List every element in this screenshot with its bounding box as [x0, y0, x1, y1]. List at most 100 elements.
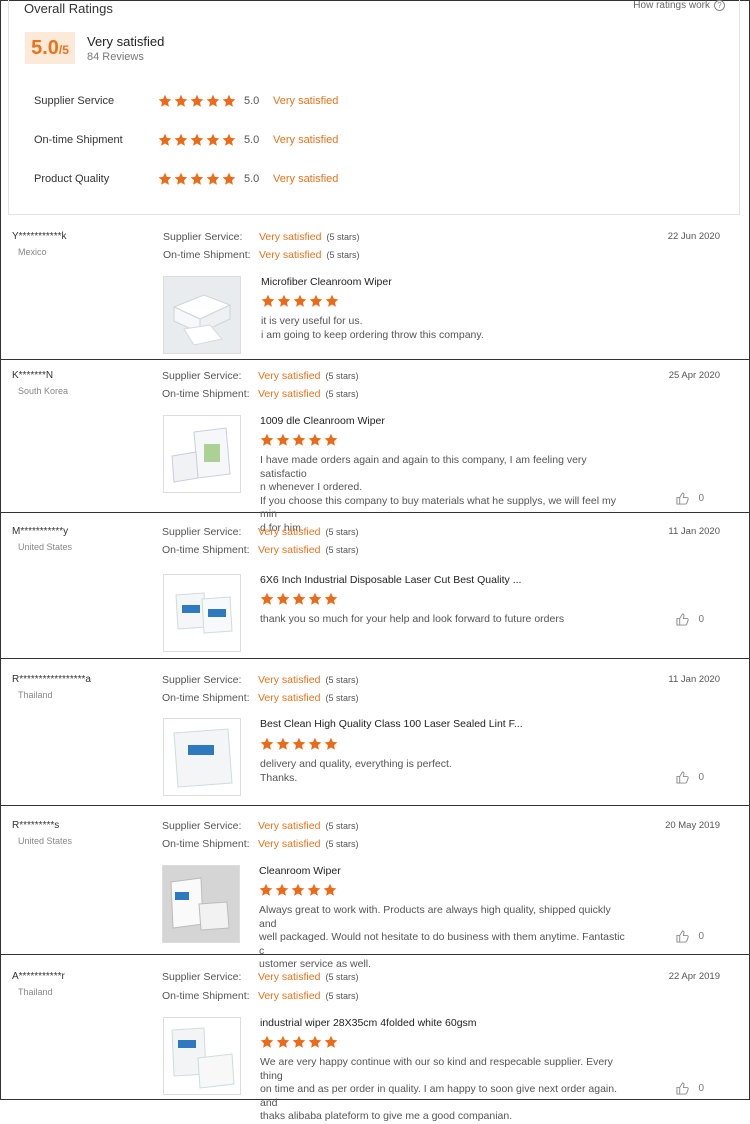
star-icon	[308, 592, 322, 605]
product-thumbnail[interactable]	[163, 1017, 241, 1095]
star-rating	[158, 172, 236, 186]
how-ratings-work-link[interactable]: How ratings work ?	[633, 0, 725, 11]
review-text-line: We are very happy continue with our so k…	[260, 1056, 613, 1082]
star-icon	[222, 172, 236, 185]
overall-score-badge: 5.0 /5	[25, 32, 75, 64]
thumbs-up-icon[interactable]	[676, 613, 690, 626]
supplier-service-rating: Supplier Service: Very satisfied (5 stars)	[163, 231, 359, 243]
star-icon	[276, 592, 290, 605]
product-thumbnail[interactable]	[163, 574, 241, 652]
supplier-service-rating: Supplier Service: Very satisfied (5 stars)	[162, 820, 358, 832]
product-name[interactable]: Cleanroom Wiper	[259, 865, 341, 877]
star-icon	[260, 1035, 274, 1048]
supplier-service-stars: (5 stars)	[325, 821, 359, 831]
review-text: We are very happy continue with our so k…	[260, 1056, 632, 1124]
like-button[interactable]: 0	[676, 613, 704, 626]
thumbs-up-icon[interactable]	[676, 771, 690, 784]
like-button[interactable]: 0	[676, 771, 704, 784]
review-item: R*****************a Thailand Supplier Se…	[0, 659, 750, 806]
reviewer-country: Mexico	[18, 247, 47, 257]
on-time-shipment-label: On-time Shipment:	[162, 544, 250, 556]
overall-ratings-panel: Overall Ratings How ratings work ? 5.0 /…	[8, 0, 740, 215]
star-icon	[307, 883, 321, 896]
supplier-service-label: Supplier Service:	[163, 231, 243, 243]
help-icon[interactable]: ?	[714, 0, 725, 11]
supplier-service-stars: (5 stars)	[325, 675, 359, 685]
product-thumbnail[interactable]	[162, 865, 240, 943]
supplier-service-label: Supplier Service:	[162, 526, 242, 538]
product-name[interactable]: Best Clean High Quality Class 100 Laser …	[260, 718, 523, 730]
product-name[interactable]: industrial wiper 28X35cm 4folded white 6…	[260, 1017, 477, 1029]
supplier-service-value: Very satisfied	[258, 820, 321, 832]
star-icon	[292, 1035, 306, 1048]
rating-row-supplier-service: Supplier Service 5.0 Very satisfied	[34, 94, 434, 110]
product-thumbnail[interactable]	[163, 276, 241, 354]
review-text-line: delivery and quality, everything is perf…	[260, 758, 452, 770]
star-icon	[309, 294, 323, 307]
review-date: 11 Jan 2020	[668, 526, 720, 537]
supplier-service-rating: Supplier Service: Very satisfied (5 stars)	[162, 971, 358, 983]
thumbs-up-icon[interactable]	[676, 1082, 690, 1095]
star-icon	[325, 294, 339, 307]
review-text-line: thank you so much for your help and look…	[260, 613, 565, 625]
supplier-service-rating: Supplier Service: Very satisfied (5 stars)	[162, 674, 358, 686]
on-time-shipment-stars: (5 stars)	[325, 693, 359, 703]
on-time-shipment-value: Very satisfied	[258, 838, 321, 850]
on-time-shipment-rating: On-time Shipment: Very satisfied (5 stars)	[162, 692, 358, 704]
star-icon	[308, 1035, 322, 1048]
thumbs-up-icon[interactable]	[676, 930, 690, 943]
review-star-rating	[260, 737, 338, 751]
product-name[interactable]: Microfiber Cleanroom Wiper	[261, 276, 392, 288]
review-item: A***********r Thailand Supplier Service:…	[0, 955, 750, 1122]
review-date: 22 Jun 2020	[667, 231, 720, 242]
how-ratings-work-label[interactable]: How ratings work	[633, 0, 710, 11]
star-icon	[276, 433, 290, 446]
supplier-service-value: Very satisfied	[258, 526, 321, 538]
on-time-shipment-value: Very satisfied	[258, 692, 321, 704]
like-count: 0	[698, 614, 704, 625]
overall-score: 5.0	[31, 37, 59, 59]
star-icon	[261, 294, 275, 307]
star-icon	[259, 883, 273, 896]
review-date: 22 Apr 2019	[668, 971, 720, 982]
reviewer-name: R*********s	[12, 820, 60, 831]
like-button[interactable]: 0	[676, 930, 704, 943]
review-text-line: i am going to keep ordering throw this c…	[261, 328, 484, 341]
star-icon	[260, 433, 274, 446]
rating-value: 5.0	[244, 95, 260, 107]
on-time-shipment-stars: (5 stars)	[326, 250, 360, 260]
overall-score-max: /5	[58, 43, 69, 57]
product-thumbnail[interactable]	[163, 415, 241, 493]
on-time-shipment-label: On-time Shipment:	[163, 249, 251, 261]
on-time-shipment-rating: On-time Shipment: Very satisfied (5 stars)	[162, 388, 358, 400]
reviewer-country: South Korea	[18, 386, 69, 396]
like-count: 0	[698, 931, 704, 942]
on-time-shipment-label: On-time Shipment:	[162, 838, 250, 850]
thumbs-up-icon[interactable]	[676, 492, 690, 505]
supplier-service-label: Supplier Service:	[162, 370, 242, 382]
star-icon	[276, 1035, 290, 1048]
like-count: 0	[698, 1083, 704, 1094]
review-star-rating	[260, 433, 338, 447]
rating-text: Very satisfied	[273, 173, 339, 185]
like-button[interactable]: 0	[676, 1082, 704, 1095]
like-button[interactable]: 0	[676, 492, 704, 505]
star-icon	[222, 94, 236, 107]
review-star-rating	[259, 883, 337, 897]
on-time-shipment-rating: On-time Shipment: Very satisfied (5 stars)	[162, 544, 358, 556]
supplier-service-stars: (5 stars)	[325, 527, 359, 537]
supplier-service-stars: (5 stars)	[325, 371, 359, 381]
on-time-shipment-stars: (5 stars)	[325, 839, 359, 849]
review-text-line: I have made orders again and again to th…	[260, 454, 587, 480]
product-name[interactable]: 1009 dle Cleanroom Wiper	[260, 415, 385, 427]
review-item: Y***********k Mexico Supplier Service: Ve…	[0, 222, 750, 360]
review-date: 25 Apr 2020	[668, 370, 720, 381]
review-text-line: n whenever I ordered.	[260, 481, 363, 493]
product-name[interactable]: 6X6 Inch Industrial Disposable Laser Cut…	[260, 574, 521, 586]
on-time-shipment-stars: (5 stars)	[325, 991, 359, 1001]
on-time-shipment-label: On-time Shipment:	[162, 388, 250, 400]
review-item: R*********s United States Supplier Servi…	[0, 806, 750, 970]
review-item: K*******N South Korea Supplier Service: V…	[0, 360, 750, 534]
product-thumbnail[interactable]	[163, 718, 241, 796]
on-time-shipment-rating: On-time Shipment: Very satisfied (5 stars)	[162, 838, 358, 850]
